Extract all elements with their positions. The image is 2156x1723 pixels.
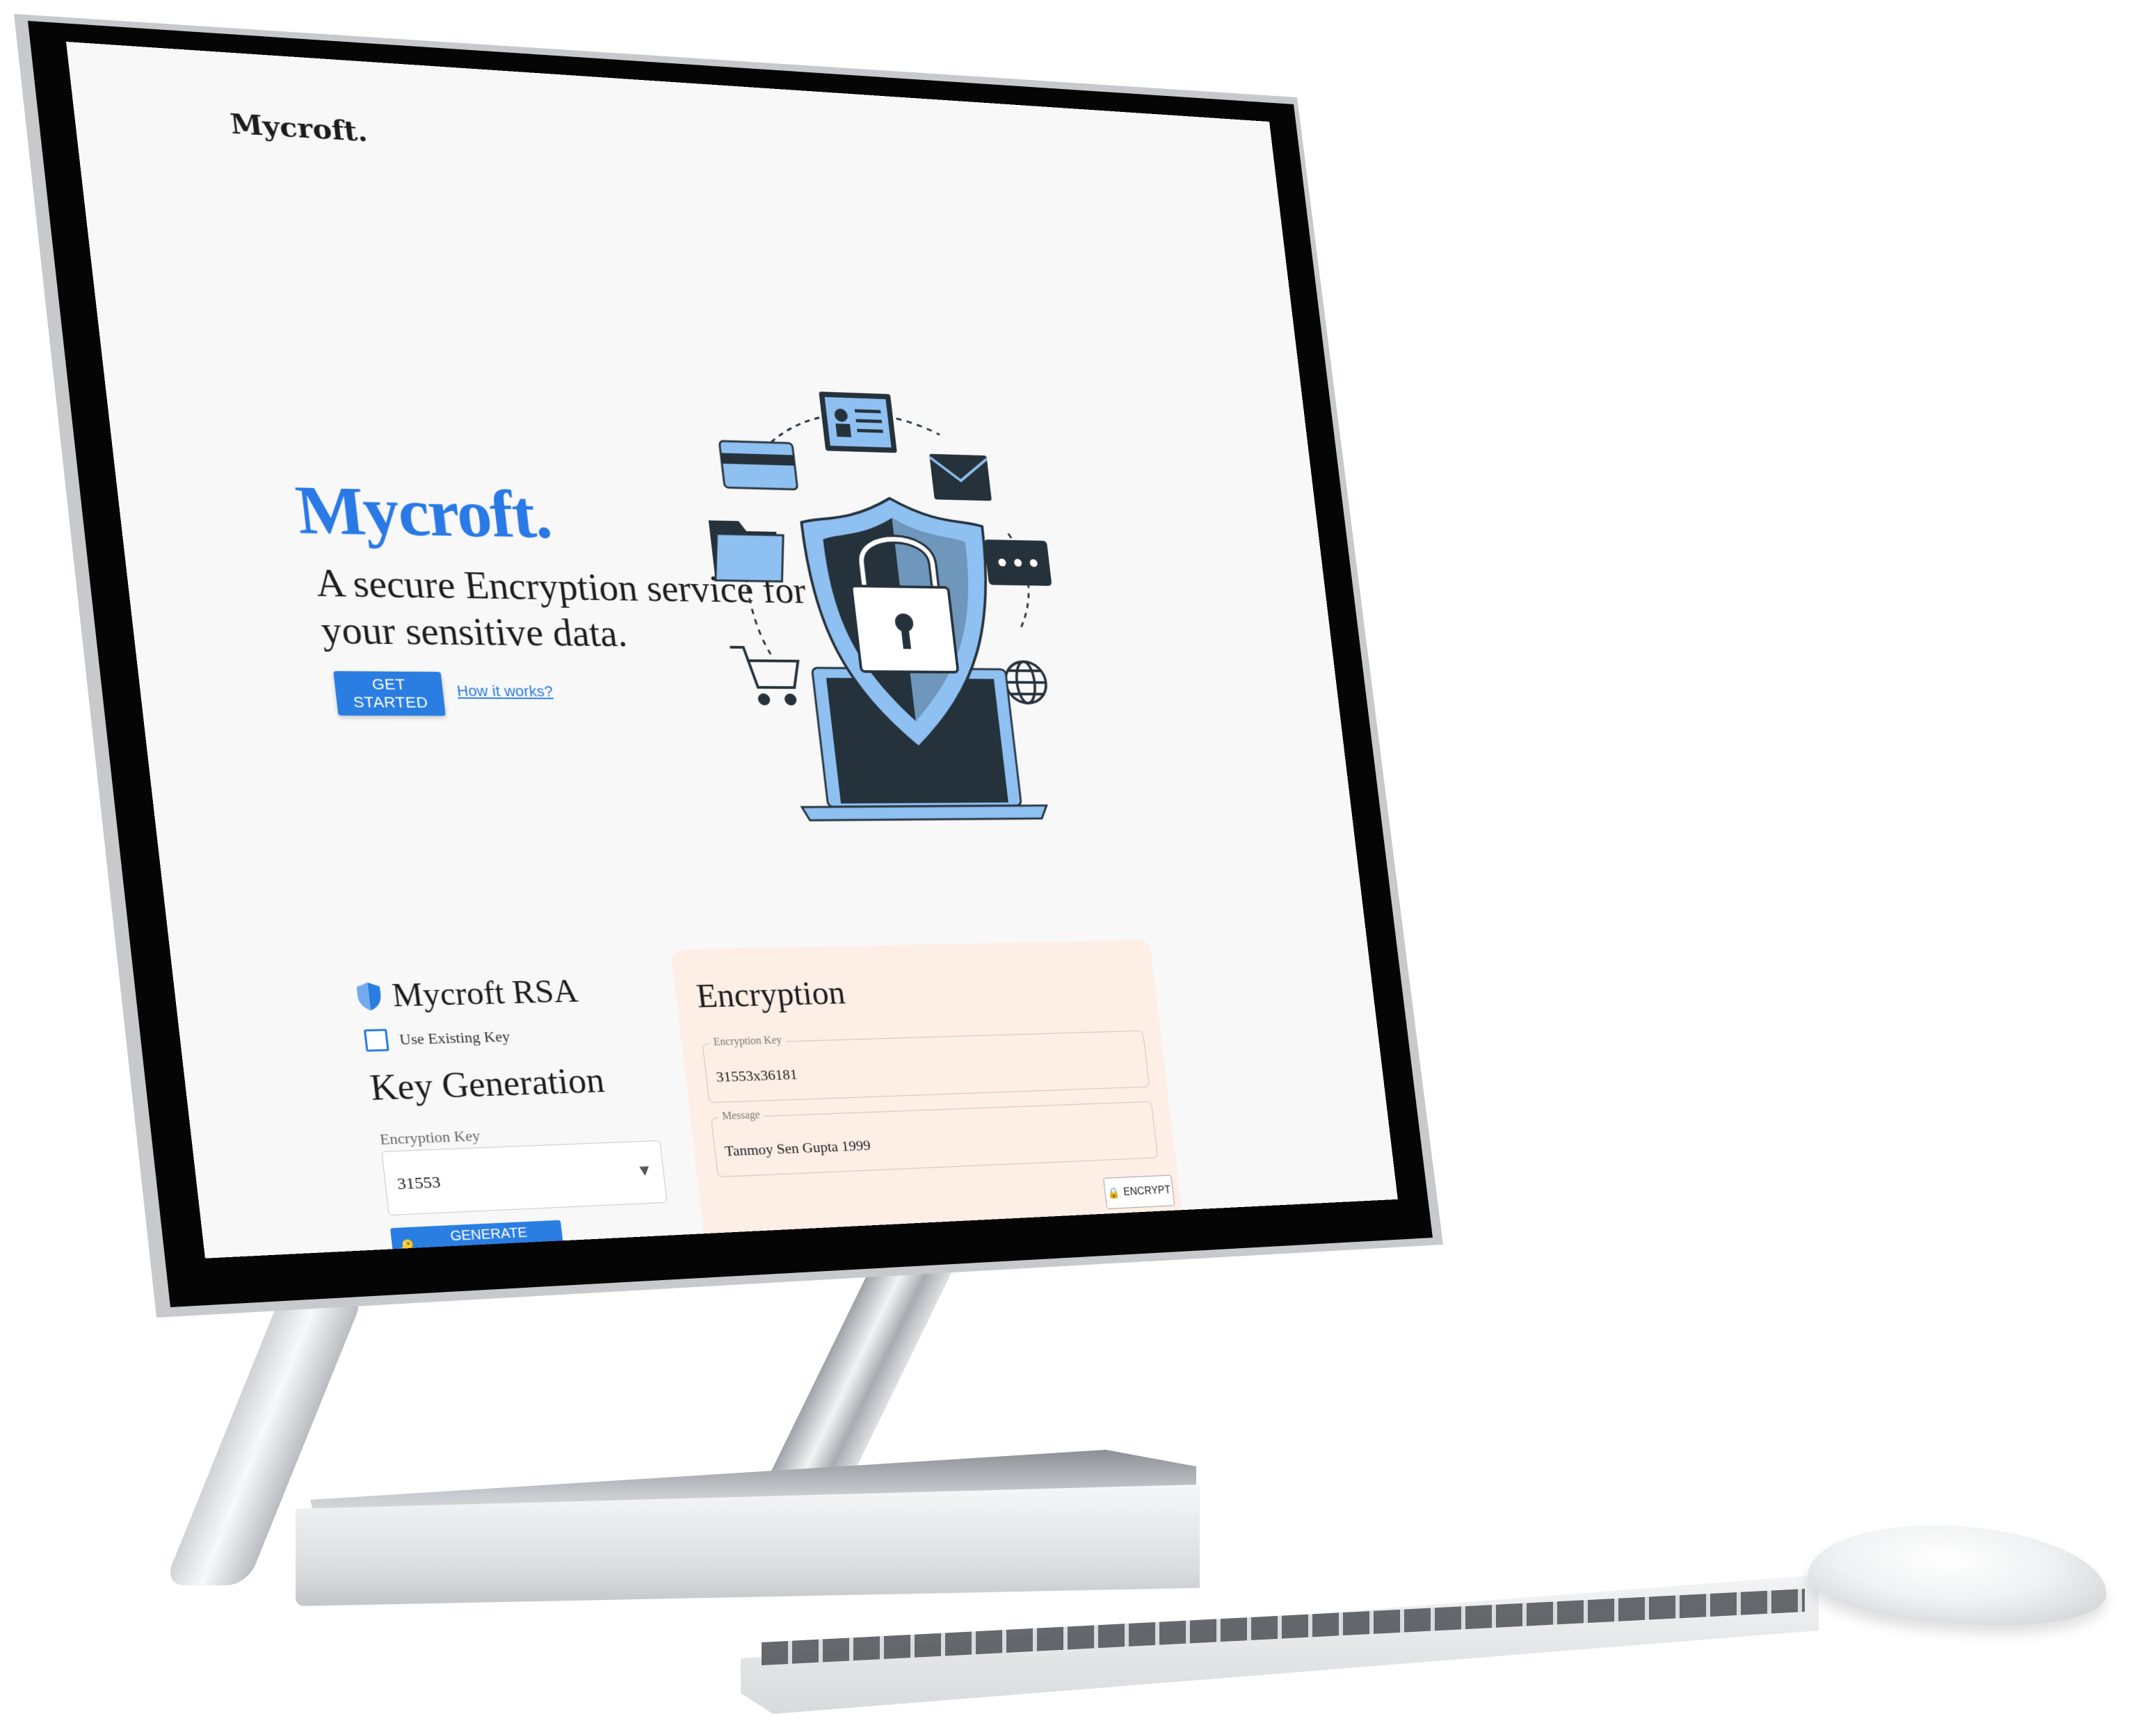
dropdown-arrow-icon: ▼ (639, 1163, 650, 1178)
id-card-icon (819, 391, 897, 453)
encryption-key-select-value: 31553 (396, 1174, 442, 1195)
mail-icon (929, 454, 992, 501)
lock-small-icon: 🔒 (1107, 1186, 1120, 1199)
keyboard (741, 1575, 1819, 1714)
encryption-key-legend: Encryption Key (709, 1035, 787, 1049)
encryption-card: Encryption Encryption Key 31553x36181 Me… (671, 940, 1185, 1259)
use-existing-key-row[interactable]: Use Existing Key (364, 1026, 511, 1052)
security-illustration (684, 373, 1098, 827)
encryption-key-select[interactable]: 31553 ▼ (381, 1140, 667, 1215)
encryption-key-label: Encryption Key (379, 1126, 481, 1149)
encryption-title: Encryption (694, 973, 846, 1015)
hero-title: Mycroft. (292, 469, 554, 554)
chat-bubble-icon (983, 540, 1052, 586)
use-existing-key-checkbox[interactable] (364, 1029, 389, 1052)
use-existing-key-label: Use Existing Key (399, 1028, 511, 1049)
shield-logo-icon (355, 980, 384, 1012)
rsa-title: Mycroft RSA (390, 972, 580, 1014)
encrypt-button[interactable]: 🔒 ENCRYPT (1103, 1175, 1175, 1209)
screen: Mycroft. Mycroft. A secure Encryption se… (66, 42, 1398, 1259)
credit-card-icon (719, 441, 798, 490)
globe-icon (1003, 661, 1048, 703)
encryption-key-value: 31553x36181 (715, 1066, 798, 1086)
encryption-key-field[interactable]: Encryption Key 31553x36181 (702, 1030, 1150, 1103)
header-brand[interactable]: Mycroft. (229, 108, 369, 148)
rsa-header: Mycroft RSA (354, 972, 580, 1015)
device-scene: Mycroft. Mycroft. A secure Encryption se… (0, 0, 2156, 1723)
how-it-works-link[interactable]: How it works? (456, 682, 554, 700)
key-generation-title: Key Generation (368, 1060, 606, 1109)
message-legend: Message (718, 1109, 765, 1123)
shopping-cart-icon (730, 647, 803, 704)
folder-icon (709, 520, 789, 581)
message-field[interactable]: Message Tanmoy Sen Gupta 1999 (711, 1101, 1158, 1177)
encrypt-label: ENCRYPT (1123, 1185, 1171, 1199)
message-value: Tanmoy Sen Gupta 1999 (724, 1137, 871, 1160)
get-started-button[interactable]: GET STARTED (333, 671, 446, 715)
